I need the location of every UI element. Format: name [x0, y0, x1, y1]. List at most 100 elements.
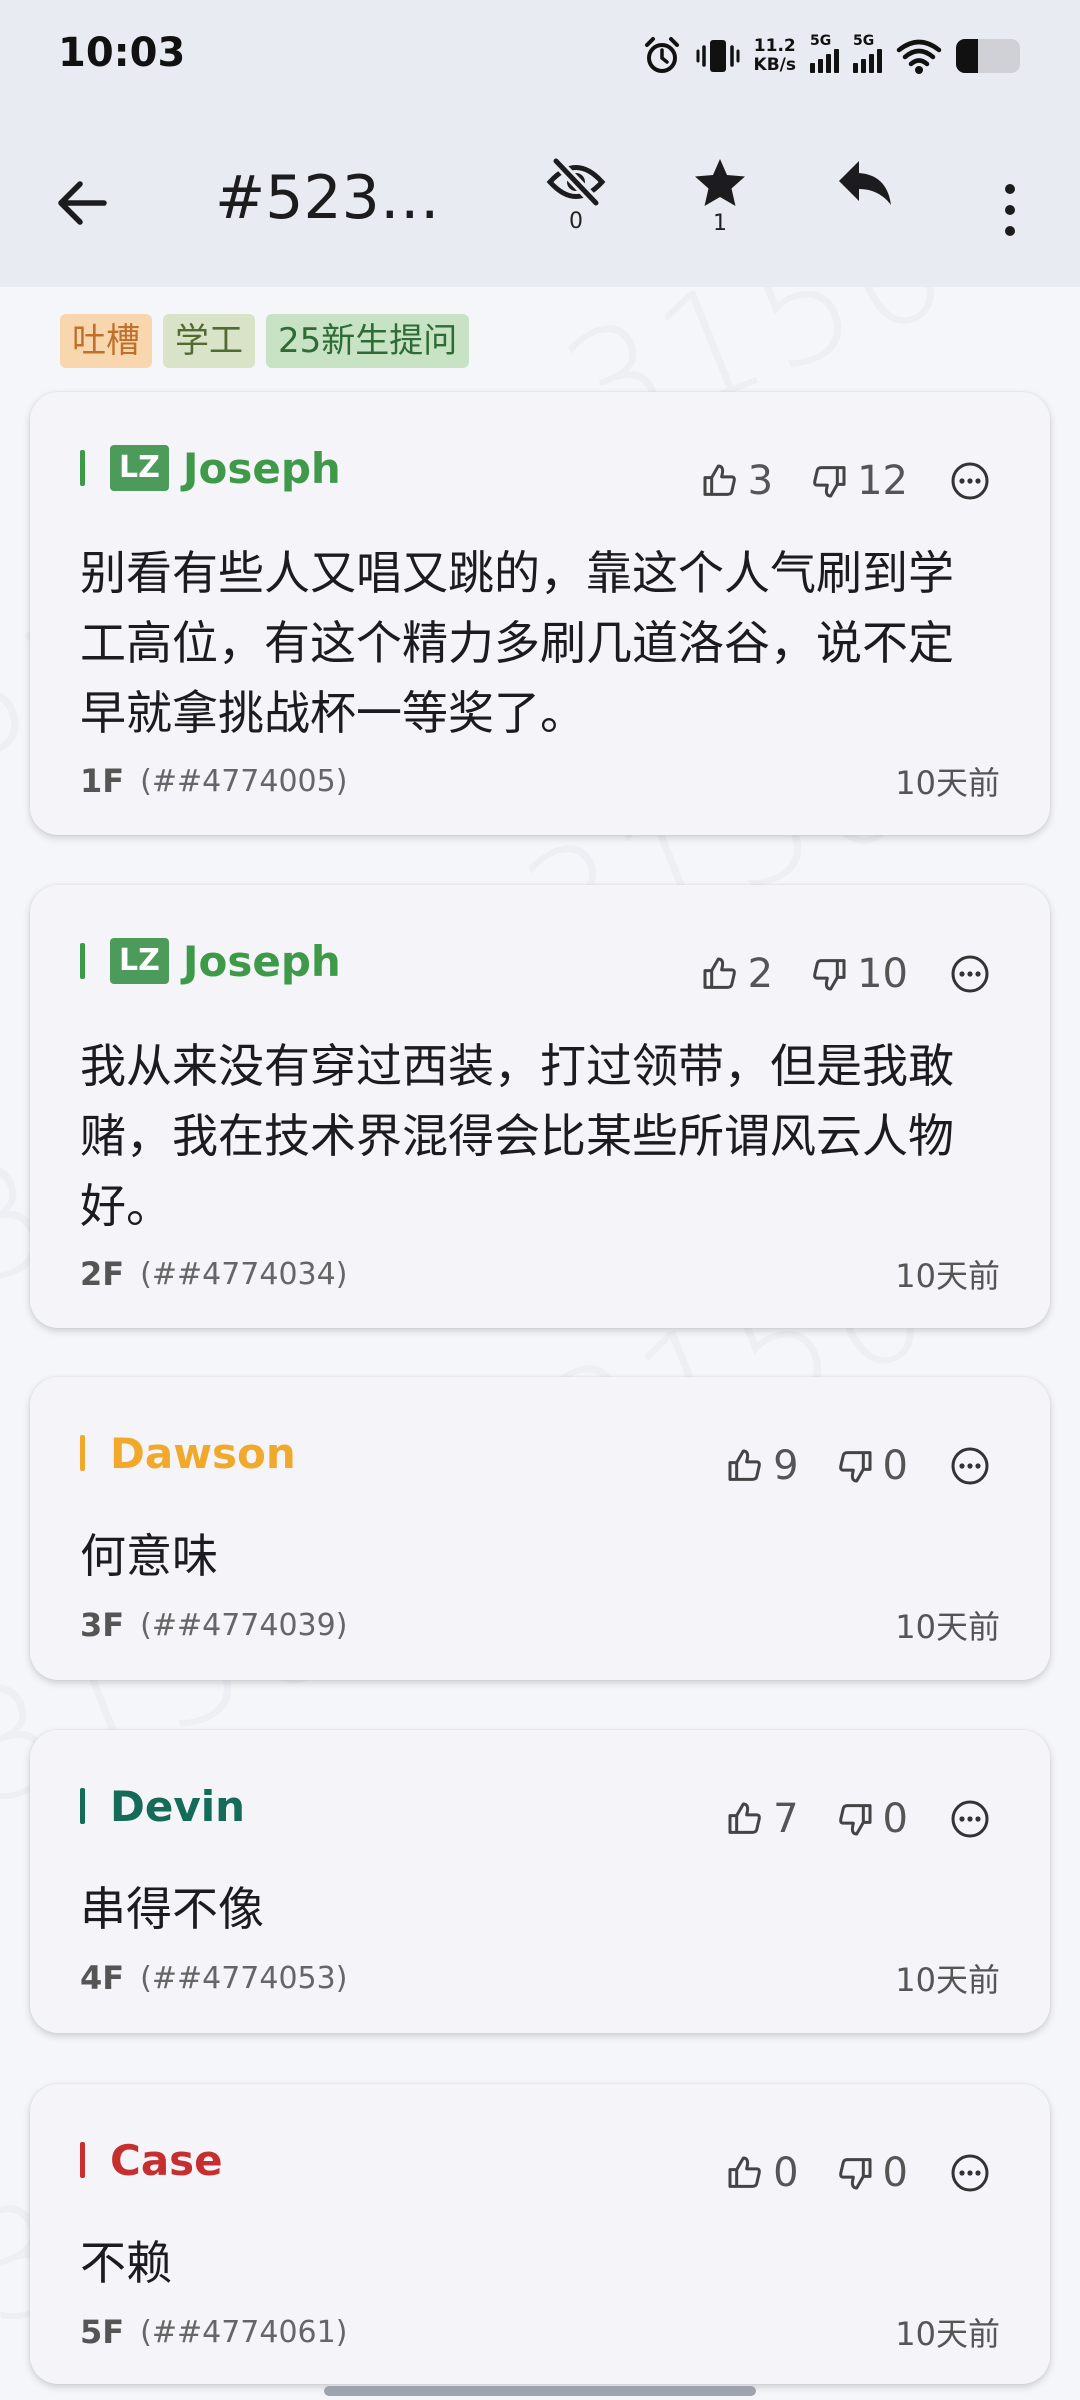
sim1-label: 5G [810, 33, 832, 49]
more-horizontal-icon[interactable] [950, 1446, 990, 1486]
vote-bar: 7 0 [725, 1792, 990, 1846]
more-vertical-icon[interactable] [985, 175, 1035, 245]
star-button[interactable]: 1 [675, 157, 765, 257]
floor-content: 串得不像 [80, 1882, 264, 1936]
more-horizontal-icon[interactable] [950, 1799, 990, 1839]
author-color-bar [80, 1788, 85, 1824]
thumb-up-icon [703, 464, 736, 496]
floor-id: (##4774061) [140, 2314, 348, 2350]
post-time: 10天前 [895, 1608, 1000, 1646]
floor-number: 2F [80, 1255, 125, 1293]
wifi-icon [896, 39, 942, 74]
status-time: 10:03 [58, 30, 186, 76]
like-button[interactable]: 9 [725, 1439, 799, 1493]
author-color-bar [80, 943, 85, 979]
thumb-down-icon [838, 1804, 872, 1836]
tag-chip[interactable]: 25新生提问 [266, 314, 470, 368]
eye-off-icon [546, 157, 606, 207]
floor-card[interactable]: Devin 7 0 串得不像 4F (##4774053) 10天前 [30, 1730, 1050, 2033]
thumb-up-icon [728, 1802, 761, 1834]
thumb-up-icon [728, 1449, 761, 1481]
floor-id: (##4774034) [140, 1256, 348, 1292]
battery-icon [956, 39, 1020, 73]
tag-chip[interactable]: 吐槽 [60, 314, 152, 368]
floor-content: 我从来没有穿过西装，打过领带，但是我敢赌，我在技术界混得会比某些所谓风云人物好。 [80, 1039, 954, 1233]
thumb-down-icon [813, 466, 846, 498]
dislike-count: 0 [882, 1443, 908, 1489]
author[interactable]: LZ Joseph [80, 442, 341, 494]
thumb-down-icon [838, 2158, 872, 2190]
author[interactable]: Devin [80, 1780, 245, 1832]
author-color-bar [80, 450, 85, 486]
author-name: Joseph [182, 936, 341, 986]
dislike-button[interactable]: 0 [835, 1439, 908, 1493]
lz-badge: LZ [110, 445, 169, 491]
dislike-button[interactable]: 0 [835, 1792, 908, 1846]
page-title: #523… [215, 163, 440, 233]
hide-count: 0 [569, 209, 583, 234]
dislike-count: 0 [882, 1796, 908, 1842]
dislike-count: 0 [882, 2150, 908, 2196]
floor-card[interactable]: LZ Joseph 3 12 别看有些人又唱又跳的，靠这个人气刷到学工高位，有这… [30, 392, 1050, 835]
hide-button[interactable]: 0 [531, 157, 621, 257]
thumb-up-icon [703, 957, 736, 989]
network-speed-value: 11.2 [753, 36, 796, 56]
author-color-bar [80, 1435, 85, 1471]
floor-card[interactable]: Case 0 0 不赖 5F (##4774061) 10天前 [30, 2084, 1050, 2384]
dislike-count: 12 [857, 458, 908, 504]
floor-content: 不赖 [80, 2236, 172, 2290]
author[interactable]: Case [80, 2134, 223, 2186]
lz-badge: LZ [110, 938, 169, 984]
home-indicator[interactable] [324, 2386, 756, 2396]
star-count: 1 [713, 211, 727, 236]
app-bar: #523… 0 1 [0, 115, 1080, 287]
floor-number: 4F [80, 1959, 125, 1997]
author-name: Case [110, 2135, 223, 2185]
dislike-count: 10 [857, 951, 908, 997]
author[interactable]: LZ Joseph [80, 935, 341, 987]
floor-meta: 2F (##4774034) 10天前 [80, 1249, 1000, 1299]
floor-card[interactable]: Dawson 9 0 何意味 3F (##4774039) 10天前 [30, 1377, 1050, 1680]
like-button[interactable]: 3 [700, 454, 773, 508]
like-count: 7 [773, 1796, 799, 1842]
floor-meta: 1F (##4774005) 10天前 [80, 756, 1000, 806]
like-button[interactable]: 7 [725, 1792, 799, 1846]
author-color-bar [80, 2142, 85, 2178]
floor-number: 1F [80, 762, 125, 800]
author-name: Devin [110, 1781, 246, 1831]
dislike-button[interactable]: 0 [835, 2146, 908, 2200]
tag-chip[interactable]: 学工 [163, 314, 255, 368]
status-bar: 10:03 11.2 KB/s 5G 5G [0, 0, 1080, 115]
more-horizontal-icon[interactable] [950, 2153, 990, 2193]
signal-sim1-icon: 5G [810, 33, 839, 73]
floor-number: 5F [80, 2313, 125, 2351]
thumb-up-icon [728, 2156, 761, 2188]
dislike-button[interactable]: 12 [809, 454, 908, 508]
alarm-icon [644, 37, 679, 73]
post-time: 10天前 [895, 2315, 1000, 2353]
network-speed-unit: KB/s [753, 55, 796, 75]
reply-button[interactable] [820, 157, 910, 257]
status-icons: 11.2 KB/s 5G 5G [642, 33, 1020, 78]
dislike-button[interactable]: 10 [809, 947, 908, 1001]
sim2-label: 5G [853, 33, 875, 49]
floor-id: (##4774053) [140, 1960, 348, 1996]
like-button[interactable]: 2 [700, 947, 773, 1001]
like-button[interactable]: 0 [725, 2146, 799, 2200]
network-speed: 11.2 KB/s [754, 37, 796, 75]
author-name: Dawson [110, 1428, 296, 1478]
floor-meta: 5F (##4774061) 10天前 [80, 2307, 1000, 2357]
like-count: 2 [747, 951, 774, 997]
author[interactable]: Dawson [80, 1427, 296, 1479]
like-count: 0 [773, 2150, 799, 2196]
floor-card[interactable]: LZ Joseph 2 10 我从来没有穿过西装，打过领带，但是我敢赌，我在技术… [30, 885, 1050, 1328]
like-count: 9 [773, 1443, 799, 1489]
vibrate-icon [696, 40, 740, 72]
floor-id: (##4774005) [140, 763, 348, 799]
more-horizontal-icon[interactable] [950, 954, 990, 994]
signal-sim2-icon: 5G [853, 33, 882, 73]
back-arrow-icon[interactable] [50, 171, 114, 235]
more-horizontal-icon[interactable] [950, 461, 990, 501]
post-time: 10天前 [895, 1961, 1000, 1999]
post-time: 10天前 [895, 764, 1000, 802]
